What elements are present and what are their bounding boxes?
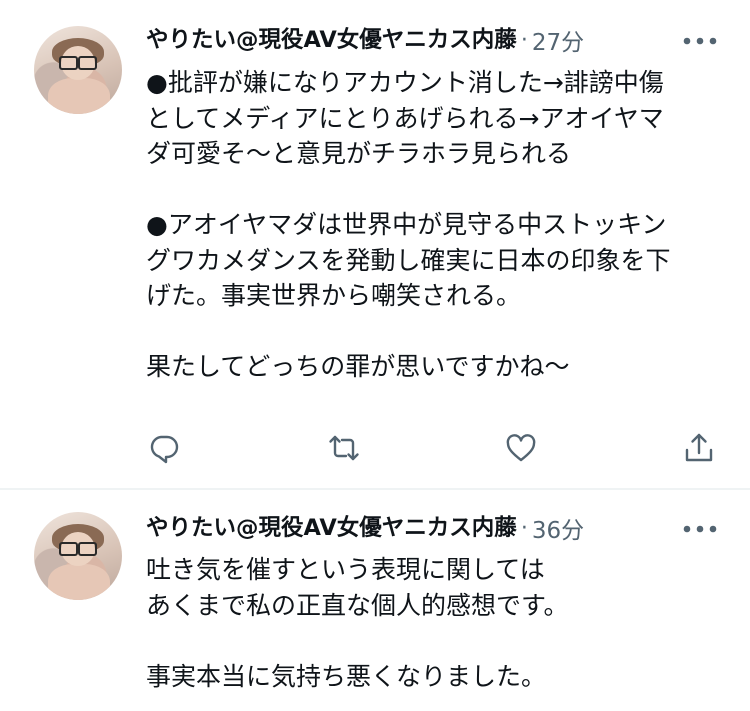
like-button[interactable] [501, 428, 541, 468]
tweet-header: やりたい@現役AV女優ヤニカス内藤 · 27分 [146, 22, 584, 58]
like-heart-icon [506, 434, 536, 462]
tweet-feed: やりたい@現役AV女優ヤニカス内藤 · 27分 ●批評が嫌になりアカウント消した… [0, 0, 750, 711]
timestamp[interactable]: 36分 [532, 511, 584, 545]
tweet-text-line: げた。事実世界から嘲笑される。 [146, 281, 522, 310]
share-icon [685, 433, 713, 462]
share-button[interactable] [679, 428, 719, 468]
tweet-text-line: ●批評が嫌になりアカウント消した→誹謗中傷 [146, 68, 664, 97]
more-horizontal-icon[interactable] [680, 26, 720, 56]
separator-dot: · [520, 27, 528, 53]
author-name[interactable]: やりたい@現役AV女優ヤニカス内藤 [146, 510, 517, 546]
tweet-text-line: あくまで私の正直な個人的感想です。 [146, 590, 569, 620]
tweet-text-line: としてメディアにとりあげられる→アオイヤマ [146, 103, 664, 133]
tweet-text-line: 吐き気を催すという表現に関しては [146, 555, 545, 584]
tweet-header: やりたい@現役AV女優ヤニカス内藤 · 36分 [146, 510, 584, 546]
more-horizontal-icon[interactable] [680, 514, 720, 544]
retweet-button[interactable] [324, 428, 364, 468]
avatar[interactable] [34, 512, 122, 600]
tweet-text-line: ダ可愛そ〜と意見がチラホラ見られる [146, 139, 572, 168]
tweet-actions [146, 428, 726, 468]
tweet-text-line: 果たしてどっちの罪が思いですかね〜 [146, 352, 570, 381]
tweet-text-line: ●アオイヤマダは世界中が見守る中ストッキン [146, 210, 667, 239]
avatar-body [48, 564, 110, 600]
avatar-body [48, 78, 110, 114]
author-name[interactable]: やりたい@現役AV女優ヤニカス内藤 [146, 22, 517, 58]
reply-icon [150, 435, 179, 464]
avatar[interactable] [34, 26, 122, 114]
tweet-text: ●批評が嫌になりアカウント消した→誹謗中傷 としてメディアにとりあげられる→アオ… [146, 65, 726, 385]
reply-button[interactable] [144, 428, 184, 468]
retweet-icon [329, 435, 359, 461]
tweet-text-line: 事実本当に気持ち悪くなりました。 [146, 661, 547, 691]
avatar-glasses [59, 542, 97, 556]
separator-dot: · [520, 515, 528, 541]
tweet-text: 吐き気を催すという表現に関しては あくまで私の正直な個人的感想です。 事実本当に… [146, 552, 726, 694]
tweet-text-line: グワカメダンスを発動し確実に日本の印象を下 [146, 245, 671, 275]
timestamp[interactable]: 27分 [532, 23, 584, 57]
avatar-glasses [59, 56, 97, 70]
tweet[interactable]: やりたい@現役AV女優ヤニカス内藤 · 36分 吐き気を催すという表現に関しては… [0, 490, 750, 711]
tweet[interactable]: やりたい@現役AV女優ヤニカス内藤 · 27分 ●批評が嫌になりアカウント消した… [0, 0, 750, 488]
